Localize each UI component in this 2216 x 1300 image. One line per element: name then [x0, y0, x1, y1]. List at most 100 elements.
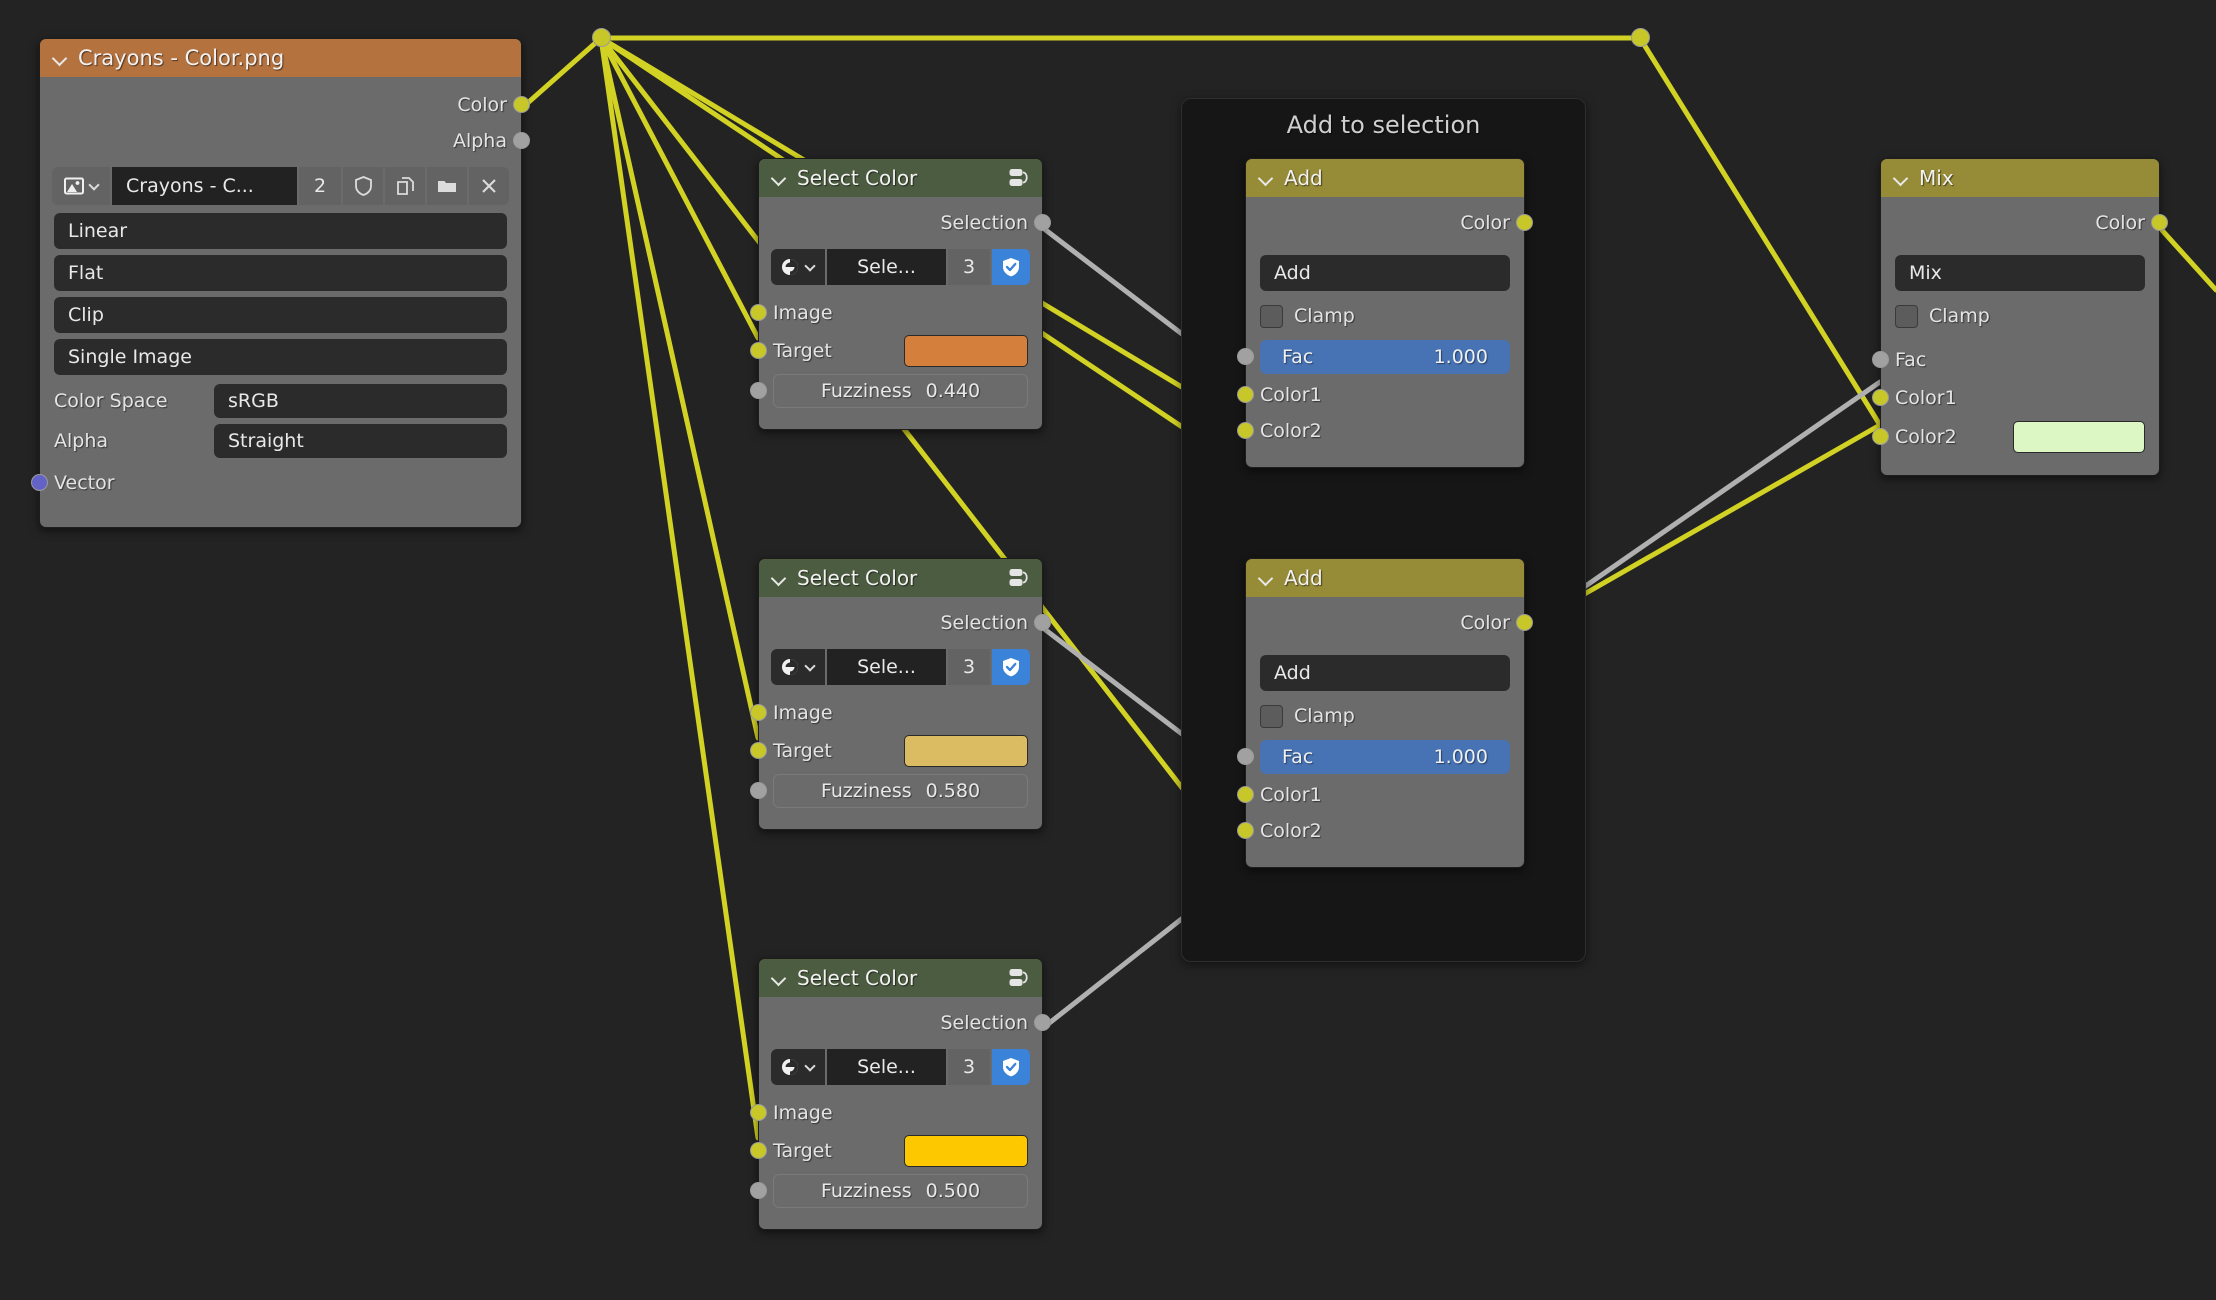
image-name-field[interactable]: Crayons - C...: [112, 167, 297, 205]
node-select-color-3[interactable]: Select Color Selection Sele... 3 Image T…: [750, 958, 1051, 1230]
dropdown-interpolation[interactable]: Linear: [54, 213, 507, 249]
node-select-color-2[interactable]: Select Color Selection Sele... 3 Image T…: [750, 558, 1051, 830]
node-select-color-1[interactable]: Select Color Selection Sele... 3 Image T…: [750, 158, 1051, 430]
node-editor-canvas[interactable]: Add to selection Crayons - Color.png Col…: [0, 0, 2216, 1300]
socket-in-image[interactable]: [750, 1104, 767, 1121]
reroute-node-left[interactable]: [592, 28, 611, 47]
fuzziness-slider[interactable]: Fuzziness 0.440: [773, 374, 1028, 408]
socket-out-color[interactable]: [1516, 614, 1533, 631]
group-browse-button[interactable]: [771, 1049, 825, 1085]
socket-out-alpha[interactable]: [513, 132, 530, 149]
node-add-2[interactable]: Add Color Add Clamp Fac 1.000 Color1 Col…: [1237, 558, 1533, 868]
socket-in-vector[interactable]: [31, 474, 48, 491]
node-add-1[interactable]: Add Color Add Clamp Fac 1.000 Color1 Col…: [1237, 158, 1533, 468]
target-color-swatch[interactable]: [904, 335, 1028, 367]
node-select-color-3-header[interactable]: Select Color: [759, 959, 1042, 997]
socket-in-color1[interactable]: [1872, 389, 1889, 406]
socket-in-target[interactable]: [750, 342, 767, 359]
group-datablock-row[interactable]: Sele... 3: [759, 1049, 1042, 1085]
socket-in-image[interactable]: [750, 304, 767, 321]
image-browse-button[interactable]: [52, 167, 110, 205]
fuzziness-slider[interactable]: Fuzziness 0.580: [773, 774, 1028, 808]
socket-in-fac[interactable]: [1237, 748, 1254, 765]
node-select-color-1-header[interactable]: Select Color: [759, 159, 1042, 197]
node-image-header[interactable]: Crayons - Color.png: [40, 39, 521, 77]
blend-mode-dropdown[interactable]: Add: [1260, 655, 1510, 691]
image-datablock-row[interactable]: Crayons - C... 2: [40, 167, 521, 205]
clamp-row[interactable]: Clamp: [1881, 299, 2159, 333]
socket-in-color2[interactable]: [1237, 422, 1254, 439]
socket-in-color1[interactable]: [1237, 786, 1254, 803]
socket-out-selection[interactable]: [1034, 614, 1051, 631]
dropdown-extension[interactable]: Clip: [54, 297, 507, 333]
socket-in-fac[interactable]: [1237, 348, 1254, 365]
group-browse-button[interactable]: [771, 249, 825, 285]
clamp-checkbox[interactable]: [1260, 304, 1283, 328]
socket-in-fac[interactable]: [1872, 351, 1889, 368]
node-add-2-header[interactable]: Add: [1246, 559, 1524, 597]
socket-in-target[interactable]: [750, 742, 767, 759]
group-name-field[interactable]: Sele...: [827, 649, 946, 685]
collapse-chevron-icon[interactable]: [1258, 570, 1274, 586]
blend-mode-dropdown[interactable]: Add: [1260, 255, 1510, 291]
shield-button[interactable]: [343, 167, 383, 205]
fac-slider[interactable]: Fac 1.000: [1260, 740, 1510, 774]
open-folder-button[interactable]: [427, 167, 467, 205]
reroute-node-right[interactable]: [1631, 28, 1650, 47]
socket-in-color2[interactable]: [1237, 822, 1254, 839]
group-user-count[interactable]: 3: [948, 249, 990, 285]
dropdown-projection[interactable]: Flat: [54, 255, 507, 291]
image-user-count[interactable]: 2: [299, 167, 341, 205]
socket-in-color2[interactable]: [1872, 428, 1889, 445]
prop-color-space-value-wrap[interactable]: sRGB: [214, 384, 507, 418]
clamp-checkbox[interactable]: [1895, 304, 1918, 328]
collapse-chevron-icon[interactable]: [1893, 170, 1909, 186]
node-mix[interactable]: Mix Color Mix Clamp Fac Color1 Color2: [1872, 158, 2168, 476]
dropdown-source[interactable]: Single Image: [54, 339, 507, 375]
socket-in-fuzziness[interactable]: [750, 1182, 767, 1199]
fac-slider[interactable]: Fac 1.000: [1260, 340, 1510, 374]
clamp-checkbox[interactable]: [1260, 704, 1283, 728]
group-browse-button[interactable]: [771, 649, 825, 685]
socket-out-color[interactable]: [513, 96, 530, 113]
group-fake-user-button[interactable]: [992, 249, 1030, 285]
blend-mode-dropdown[interactable]: Mix: [1895, 255, 2145, 291]
socket-out-color[interactable]: [1516, 214, 1533, 231]
node-mix-header[interactable]: Mix: [1881, 159, 2159, 197]
prop-alpha[interactable]: Alpha Straight: [40, 423, 521, 459]
clamp-row[interactable]: Clamp: [1246, 699, 1524, 733]
collapse-chevron-icon[interactable]: [52, 50, 68, 66]
socket-out-selection[interactable]: [1034, 214, 1051, 231]
group-name-field[interactable]: Sele...: [827, 249, 946, 285]
node-image[interactable]: Crayons - Color.png Color Alpha Crayons …: [31, 38, 530, 528]
collapse-chevron-icon[interactable]: [771, 970, 787, 986]
socket-in-fuzziness[interactable]: [750, 382, 767, 399]
group-user-count[interactable]: 3: [948, 649, 990, 685]
target-color-swatch[interactable]: [904, 735, 1028, 767]
node-add-1-header[interactable]: Add: [1246, 159, 1524, 197]
group-fake-user-button[interactable]: [992, 649, 1030, 685]
prop-color-space[interactable]: Color Space sRGB: [40, 383, 521, 419]
socket-out-selection[interactable]: [1034, 1014, 1051, 1031]
collapse-chevron-icon[interactable]: [1258, 170, 1274, 186]
group-name-field[interactable]: Sele...: [827, 1049, 946, 1085]
collapse-chevron-icon[interactable]: [771, 170, 787, 186]
socket-in-image[interactable]: [750, 704, 767, 721]
socket-in-color1[interactable]: [1237, 386, 1254, 403]
prop-alpha-value-wrap[interactable]: Straight: [214, 424, 507, 458]
unlink-button[interactable]: [469, 167, 509, 205]
target-color-swatch[interactable]: [904, 1135, 1028, 1167]
fuzziness-slider[interactable]: Fuzziness 0.500: [773, 1174, 1028, 1208]
color2-swatch[interactable]: [2013, 421, 2145, 453]
group-datablock-row[interactable]: Sele... 3: [759, 249, 1042, 285]
group-fake-user-button[interactable]: [992, 1049, 1030, 1085]
socket-out-color[interactable]: [2151, 214, 2168, 231]
copy-button[interactable]: [385, 167, 425, 205]
socket-in-fuzziness[interactable]: [750, 782, 767, 799]
socket-in-target[interactable]: [750, 1142, 767, 1159]
collapse-chevron-icon[interactable]: [771, 570, 787, 586]
node-select-color-2-header[interactable]: Select Color: [759, 559, 1042, 597]
clamp-row[interactable]: Clamp: [1246, 299, 1524, 333]
group-user-count[interactable]: 3: [948, 1049, 990, 1085]
group-datablock-row[interactable]: Sele... 3: [759, 649, 1042, 685]
